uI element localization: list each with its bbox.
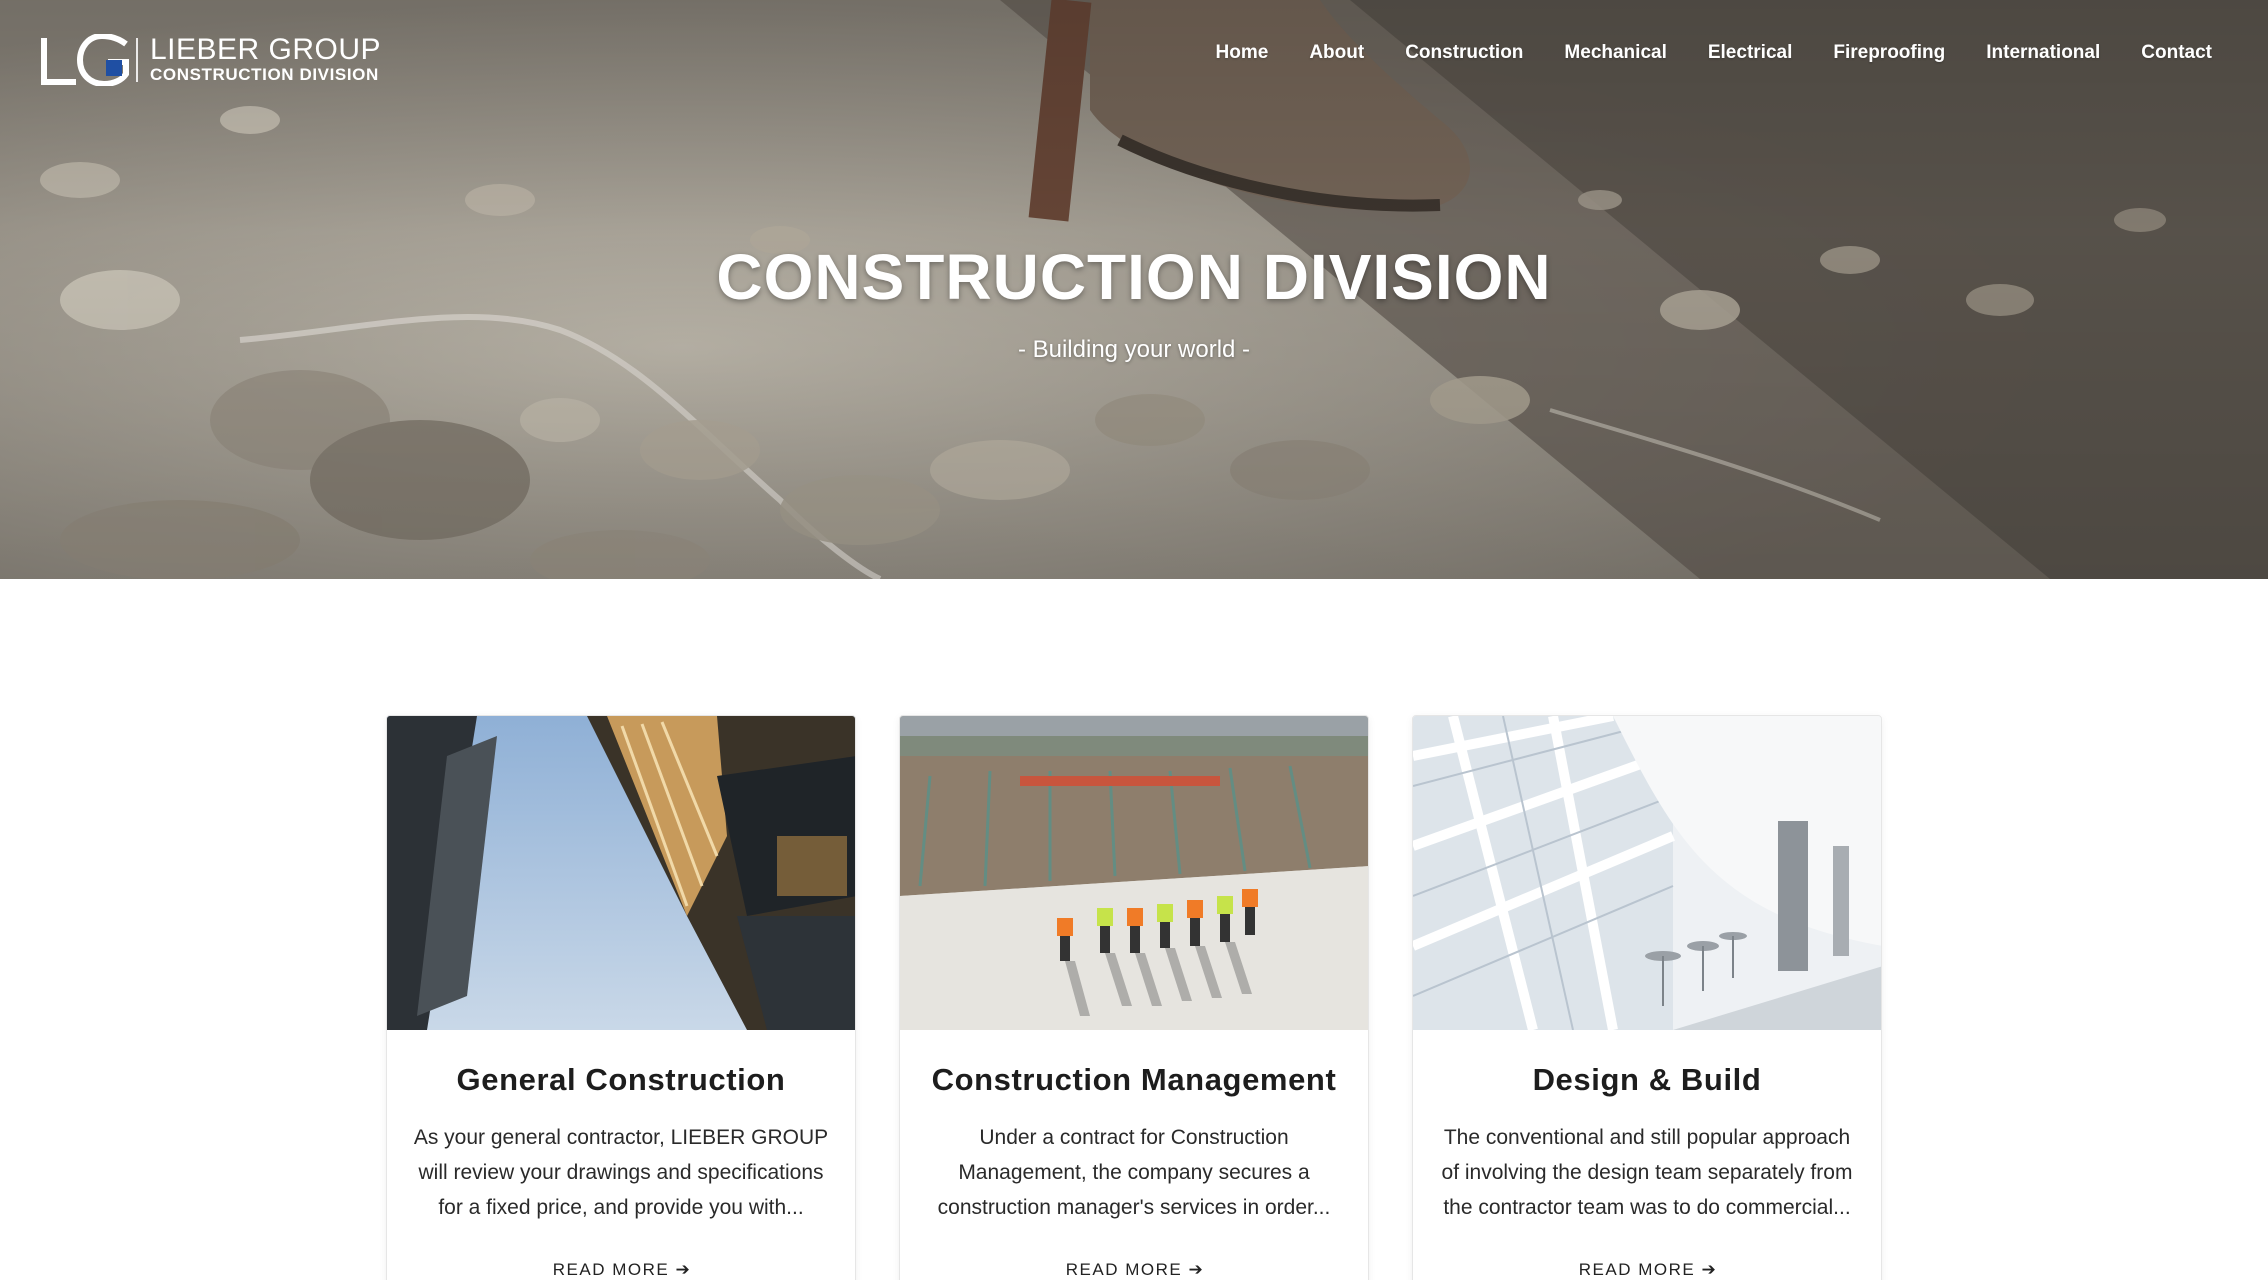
card-design-build: Design & Build The conventional and stil… <box>1412 715 1882 1280</box>
arrow-right-icon: ➔ <box>1701 1260 1718 1279</box>
nav-construction[interactable]: Construction <box>1405 42 1523 64</box>
card-title: Construction Management <box>931 1062 1337 1097</box>
card-general-construction: General Construction As your general con… <box>386 715 856 1280</box>
card-construction-management: Construction Management Under a contract… <box>899 715 1369 1280</box>
card-image-site <box>900 716 1368 1030</box>
card-title: Design & Build <box>1532 1062 1762 1097</box>
company-logo[interactable]: LIEBER GROUP CONSTRUCTION DIVISION <box>40 33 382 86</box>
read-more-link[interactable]: READ MORE ➔ <box>900 1260 1368 1280</box>
card-text: Under a contract for Construction Manage… <box>937 1126 1331 1219</box>
main-nav: Home About Construction Mechanical Elect… <box>1175 42 2212 64</box>
division-name: CONSTRUCTION DIVISION <box>150 65 379 84</box>
nav-electrical[interactable]: Electrical <box>1708 42 1793 64</box>
logo-divider <box>136 38 138 82</box>
read-more-label: READ MORE <box>1065 1260 1183 1279</box>
nav-mechanical[interactable]: Mechanical <box>1564 42 1666 64</box>
company-name: LIEBER GROUP <box>150 33 382 66</box>
nav-contact[interactable]: Contact <box>2141 42 2212 64</box>
nav-home[interactable]: Home <box>1216 42 1269 64</box>
nav-international[interactable]: International <box>1986 42 2100 64</box>
card-text: As your general contractor, LIEBER GROUP… <box>413 1126 829 1219</box>
read-more-link[interactable]: READ MORE ➔ <box>1413 1260 1881 1280</box>
nav-about[interactable]: About <box>1309 42 1364 64</box>
read-more-link[interactable]: READ MORE ➔ <box>387 1260 855 1280</box>
card-text: The conventional and still popular appro… <box>1441 1126 1853 1219</box>
lg-logo-icon <box>41 34 129 86</box>
arrow-right-icon: ➔ <box>1188 1260 1205 1279</box>
read-more-label: READ MORE <box>552 1260 670 1279</box>
hero-title: CONSTRUCTION DIVISION <box>716 241 1552 313</box>
read-more-label: READ MORE <box>1578 1260 1696 1279</box>
card-image-atrium <box>1413 716 1881 1030</box>
hero-banner: LIEBER GROUP CONSTRUCTION DIVISION Home … <box>0 0 2268 579</box>
card-image-building <box>387 716 855 1030</box>
nav-fireproofing[interactable]: Fireproofing <box>1833 42 1945 64</box>
card-title: General Construction <box>456 1062 786 1097</box>
hero-subtitle: - Building your world - <box>1017 336 1251 363</box>
arrow-right-icon: ➔ <box>675 1260 692 1279</box>
